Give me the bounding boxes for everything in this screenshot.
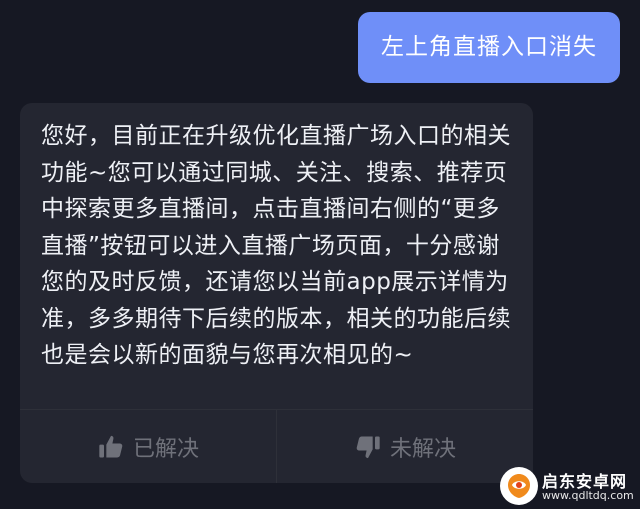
user-message-bubble: 左上角直播入口消失 (358, 12, 620, 83)
resolved-label: 已解决 (132, 437, 199, 462)
reply-card: 您好，目前正在升级优化直播广场入口的相关功能~您可以通过同城、关注、搜索、推荐页… (20, 103, 533, 483)
feedback-bar: 已解决 未解决 (20, 409, 533, 483)
unresolved-button[interactable]: 未解决 (276, 410, 533, 483)
chat-screen: 左上角直播入口消失 您好，目前正在升级优化直播广场入口的相关功能~您可以通过同城… (0, 0, 640, 509)
thumbs-up-icon (97, 433, 125, 461)
unresolved-label: 未解决 (389, 437, 456, 462)
reply-message-text: 您好，目前正在升级优化直播广场入口的相关功能~您可以通过同城、关注、搜索、推荐页… (41, 123, 511, 368)
watermark-url: www.qdltdq.com (542, 489, 634, 502)
watermark-logo-icon (500, 467, 538, 505)
watermark: 启东安卓网 www.qdltdq.com (500, 466, 638, 506)
thumbs-down-icon (354, 433, 382, 461)
resolved-button[interactable]: 已解决 (20, 410, 276, 483)
